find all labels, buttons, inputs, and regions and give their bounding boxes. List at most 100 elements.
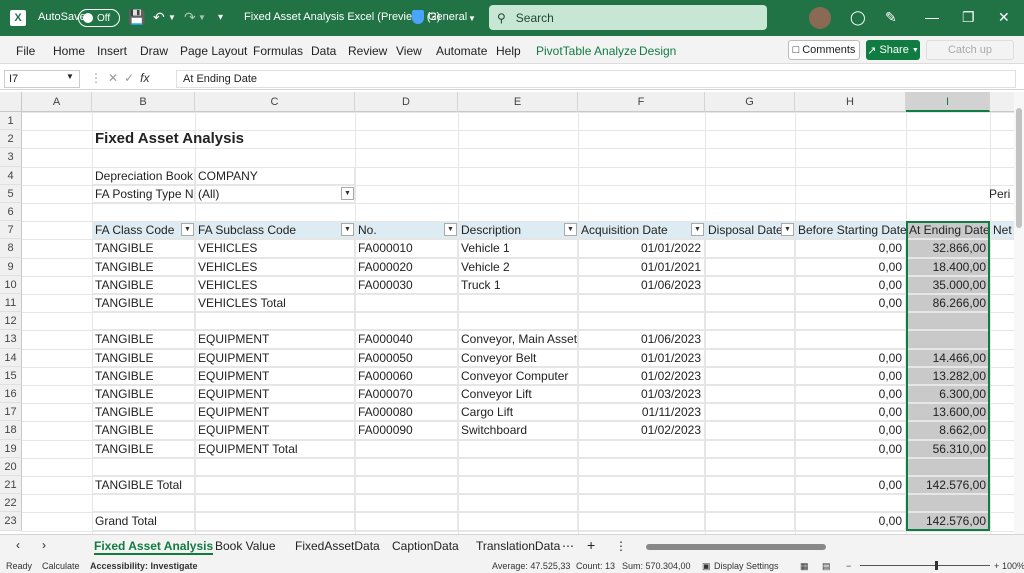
pen-icon[interactable]: ✎ — [885, 9, 897, 26]
sheet-tab-fixedassetdata[interactable]: FixedAssetData — [295, 539, 380, 553]
data-cell-disp[interactable] — [705, 275, 795, 294]
restore-icon[interactable]: ❐ — [962, 9, 975, 26]
data-cell-subclass[interactable]: VEHICLES — [195, 275, 355, 294]
data-cell-acq[interactable] — [578, 494, 705, 513]
row-header-3[interactable]: 3 — [0, 148, 22, 167]
data-cell-before[interactable] — [795, 457, 906, 476]
data-cell-acq[interactable]: 01/02/2023 — [578, 366, 705, 385]
tab-pivottable-analyze[interactable]: PivotTable Analyze — [536, 44, 637, 58]
data-cell-class[interactable] — [92, 312, 195, 331]
row-header-19[interactable]: 19 — [0, 439, 22, 458]
data-cell-no[interactable]: FA000070 — [355, 385, 458, 404]
data-cell-disp[interactable] — [705, 348, 795, 367]
data-cell-disp[interactable] — [705, 294, 795, 313]
autosave-toggle[interactable]: Off — [78, 9, 120, 27]
page-layout-icon[interactable]: ▤ — [822, 561, 831, 572]
normal-view-icon[interactable]: ▦ — [800, 561, 809, 572]
scroll-right-icon[interactable]: › — [42, 538, 46, 552]
data-cell-acq[interactable]: 01/06/2023 — [578, 330, 705, 349]
row-header-2[interactable]: 2 — [0, 130, 22, 149]
formula-input[interactable]: At Ending Date — [176, 70, 1016, 88]
tab-home[interactable]: Home — [53, 44, 85, 58]
sheet-tab-translationdata[interactable]: TranslationData — [476, 539, 560, 553]
data-cell-subclass[interactable]: EQUIPMENT Total — [195, 439, 355, 458]
data-cell-class[interactable]: TANGIBLE — [92, 239, 195, 258]
data-cell-class[interactable]: TANGIBLE — [92, 403, 195, 422]
data-cell-class[interactable]: TANGIBLE — [92, 257, 195, 276]
column-header-i[interactable]: I — [906, 92, 990, 112]
data-cell-disp[interactable] — [705, 512, 795, 531]
add-sheet-icon[interactable]: + — [587, 537, 595, 553]
data-cell-before[interactable]: 0,00 — [795, 239, 906, 258]
row-header-18[interactable]: 18 — [0, 421, 22, 440]
column-header-c[interactable]: C — [195, 92, 355, 112]
fx-icon[interactable]: fx — [140, 71, 149, 85]
row-header-5[interactable]: 5 — [0, 184, 22, 203]
data-cell-before[interactable]: 0,00 — [795, 439, 906, 458]
data-cell-desc[interactable] — [458, 457, 578, 476]
data-cell-desc[interactable] — [458, 439, 578, 458]
data-cell-subclass[interactable]: EQUIPMENT — [195, 421, 355, 440]
data-cell-subclass[interactable]: EQUIPMENT — [195, 348, 355, 367]
column-header-g[interactable]: G — [705, 92, 795, 112]
data-cell-no[interactable] — [355, 294, 458, 313]
data-cell-subclass[interactable] — [195, 494, 355, 513]
data-cell-desc[interactable] — [458, 294, 578, 313]
data-cell-acq[interactable]: 01/06/2023 — [578, 275, 705, 294]
data-cell-no[interactable] — [355, 312, 458, 331]
data-cell-no[interactable] — [355, 494, 458, 513]
column-header-b[interactable]: B — [92, 92, 195, 112]
data-cell-acq[interactable]: 01/11/2023 — [578, 403, 705, 422]
data-cell-acq[interactable] — [578, 512, 705, 531]
comments-button[interactable]: □ Comments — [788, 40, 860, 60]
row-header-22[interactable]: 22 — [0, 494, 22, 513]
undo-dropdown-icon[interactable]: ▼ — [168, 13, 176, 22]
data-cell-disp[interactable] — [705, 439, 795, 458]
zoom-knob[interactable] — [935, 561, 938, 570]
data-cell-disp[interactable] — [705, 257, 795, 276]
worksheet-grid[interactable]: A B C D E F G H I 1 2 3 4 5 6 7 8 9 10 11 12 13 14 15 16 17 18 19 20… — [0, 92, 1014, 534]
data-cell-desc[interactable] — [458, 312, 578, 331]
tab-review[interactable]: Review — [348, 44, 387, 58]
data-cell-class[interactable]: TANGIBLE — [92, 385, 195, 404]
data-cell-acq[interactable]: 01/01/2023 — [578, 348, 705, 367]
status-calculate[interactable]: Calculate — [42, 561, 80, 571]
data-cell-before[interactable]: 0,00 — [795, 512, 906, 531]
data-cell-desc[interactable]: Vehicle 2 — [458, 257, 578, 276]
column-header-a[interactable]: A — [22, 92, 92, 112]
data-cell-acq[interactable] — [578, 439, 705, 458]
scroll-left-icon[interactable]: ‹ — [16, 538, 20, 552]
row-header-7[interactable]: 7 — [0, 221, 22, 240]
data-cell-subclass[interactable] — [195, 476, 355, 495]
redo-icon[interactable]: ↷ — [184, 9, 196, 26]
accessibility-status[interactable]: Accessibility: Investigate — [90, 561, 198, 571]
data-cell-subclass[interactable] — [195, 512, 355, 531]
data-cell-class[interactable]: TANGIBLE — [92, 439, 195, 458]
data-cell-before[interactable]: 0,00 — [795, 294, 906, 313]
data-cell-disp[interactable] — [705, 457, 795, 476]
close-icon[interactable]: ✕ — [998, 9, 1010, 26]
chevron-down-icon[interactable]: ▼ — [66, 72, 74, 81]
data-cell-desc[interactable]: Cargo Lift — [458, 403, 578, 422]
vertical-scrollbar[interactable] — [1014, 92, 1024, 534]
data-cell-class[interactable]: TANGIBLE — [92, 330, 195, 349]
data-cell-acq[interactable] — [578, 294, 705, 313]
data-cell-before[interactable]: 0,00 — [795, 385, 906, 404]
save-icon[interactable]: 💾 — [128, 9, 145, 26]
display-settings-label[interactable]: Display Settings — [714, 561, 779, 571]
data-cell-no[interactable]: FA000060 — [355, 366, 458, 385]
row-header-20[interactable]: 20 — [0, 457, 22, 476]
more-sheets-icon[interactable]: ⋯ — [562, 539, 574, 553]
row-header-21[interactable]: 21 — [0, 476, 22, 495]
tab-formulas[interactable]: Formulas — [253, 44, 303, 58]
scroll-thumb[interactable] — [646, 544, 826, 550]
data-cell-desc[interactable]: Conveyor Belt — [458, 348, 578, 367]
filter-dropdown-button[interactable]: ▼ — [444, 223, 457, 237]
data-cell-subclass[interactable]: VEHICLES — [195, 257, 355, 276]
undo-icon[interactable]: ↶ — [153, 9, 165, 26]
row-header-12[interactable]: 12 — [0, 312, 22, 331]
data-cell-no[interactable] — [355, 512, 458, 531]
data-cell-no[interactable]: FA000020 — [355, 257, 458, 276]
data-cell-desc[interactable] — [458, 476, 578, 495]
row-header-23[interactable]: 23 — [0, 512, 22, 531]
